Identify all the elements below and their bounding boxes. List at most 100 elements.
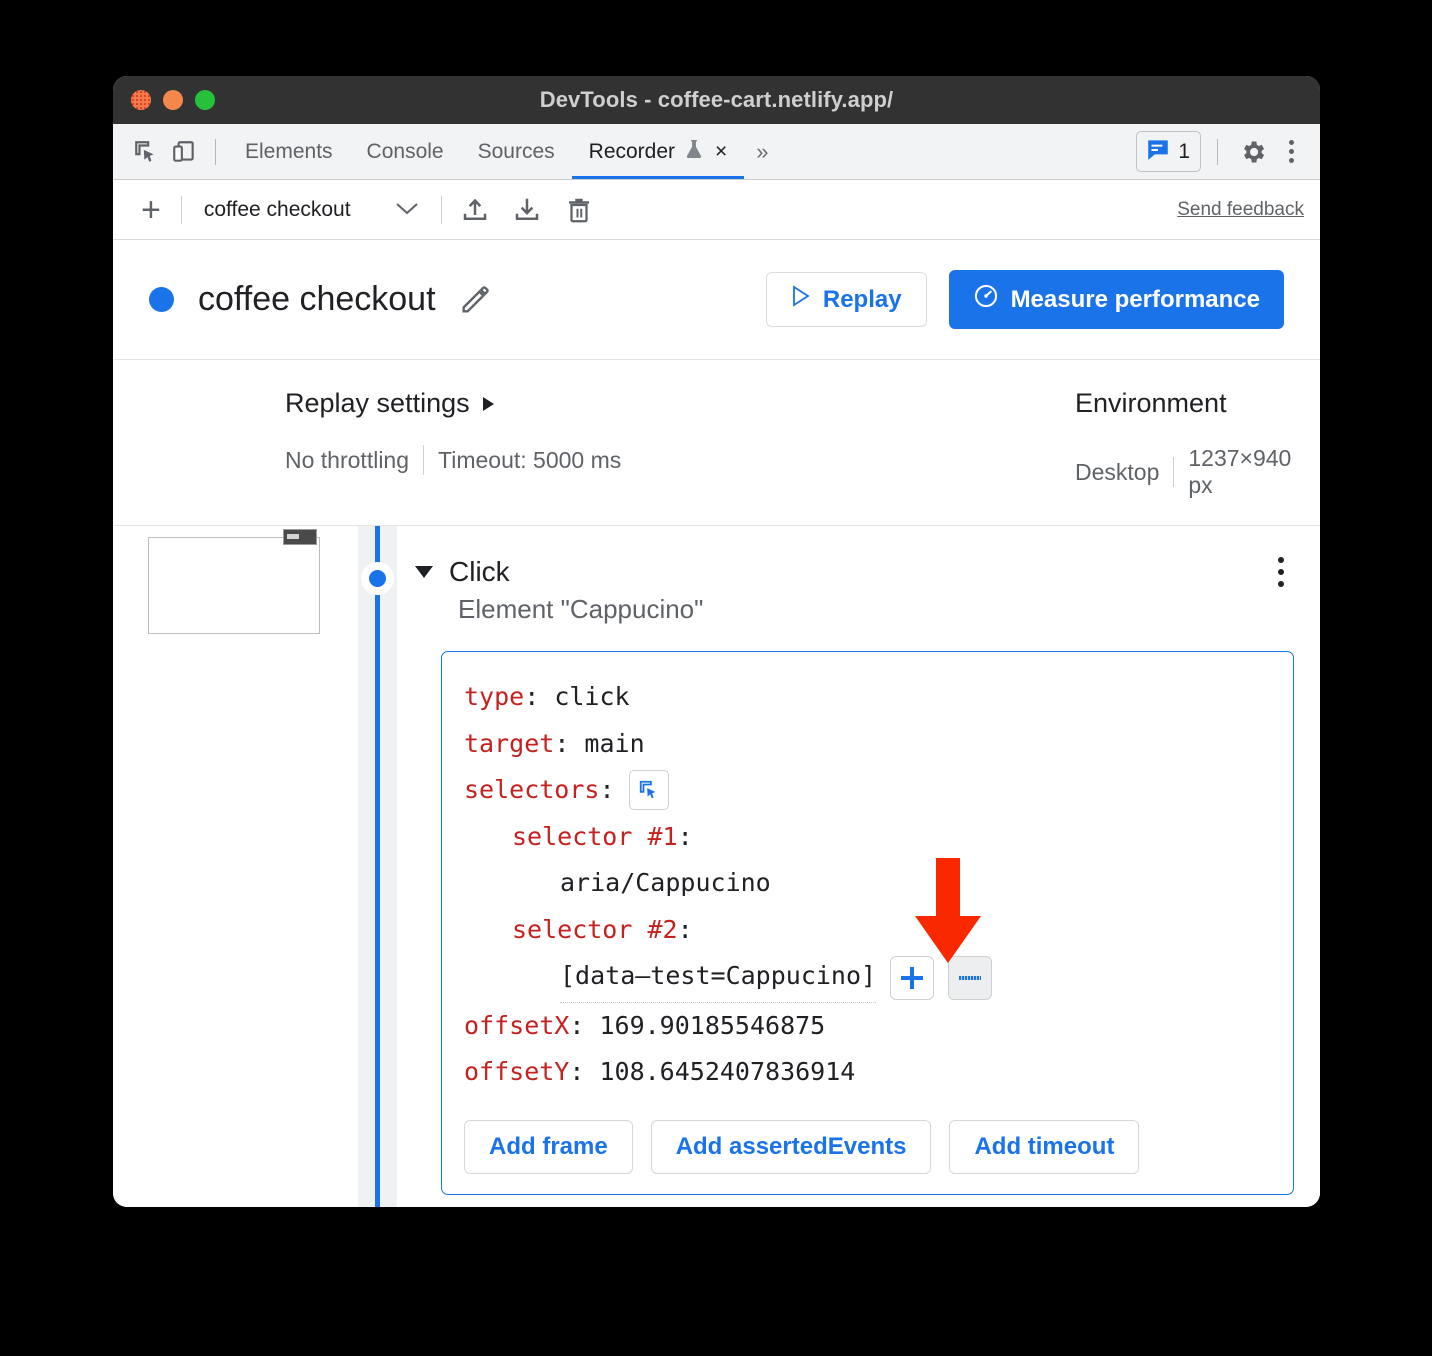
- add-timeout-button[interactable]: Add timeout: [949, 1119, 1140, 1174]
- device-value: Desktop: [1075, 458, 1160, 485]
- step-details-column: Click Element "Cappucino" type: click ta…: [397, 526, 1320, 1207]
- step-selector1-key: selector #1: [512, 821, 678, 851]
- step-selector2-key: selector #2: [512, 914, 678, 944]
- recording-actions: Replay Measure performance: [765, 270, 1284, 329]
- minimize-window-button[interactable]: [163, 90, 183, 110]
- thumbnail-badge-icon: [283, 529, 317, 545]
- step-prop-offsetx[interactable]: offsetX: 169.90185546875: [464, 1003, 1271, 1050]
- minus-icon: [959, 975, 982, 980]
- step-prop-type-key: type: [464, 682, 525, 711]
- environment-group: Environment Desktop 1237×940 px: [1075, 388, 1320, 499]
- tab-elements[interactable]: Elements: [228, 124, 350, 179]
- play-icon: [791, 285, 811, 314]
- recorder-toolbar: + coffee checkout Send feedback: [113, 180, 1320, 240]
- panel-tabs: Elements Console Sources Recorder × »: [228, 124, 779, 179]
- tab-elements-label: Elements: [245, 139, 333, 163]
- environment-label: Environment: [1075, 388, 1227, 418]
- step-description: Element "Cappucino": [458, 594, 704, 624]
- chevron-down-icon[interactable]: [415, 566, 433, 578]
- performance-icon: [973, 283, 999, 316]
- add-assertedevents-button[interactable]: Add assertedEvents: [650, 1119, 932, 1174]
- more-options-icon[interactable]: [1276, 140, 1306, 163]
- colon: :: [599, 775, 615, 804]
- more-tabs-button[interactable]: »: [744, 139, 778, 165]
- issues-count: 1: [1178, 139, 1190, 163]
- settings-row: Replay settings No throttling Timeout: 5…: [113, 360, 1320, 526]
- close-window-button[interactable]: [131, 90, 151, 110]
- environment-values: Desktop 1237×940 px: [1075, 445, 1320, 499]
- step-prop-target[interactable]: target: main: [464, 721, 1271, 768]
- close-recorder-tab-button[interactable]: ×: [715, 141, 727, 162]
- step-prop-offsety[interactable]: offsetY: 108.6452407836914: [464, 1049, 1271, 1096]
- tabstrip-right-group: 1: [1136, 131, 1306, 172]
- timeline-line: [375, 526, 380, 1207]
- inspect-element-icon[interactable]: [127, 133, 165, 171]
- recording-select-value: coffee checkout: [203, 197, 351, 221]
- throttling-value: No throttling: [285, 446, 410, 473]
- issues-button[interactable]: 1: [1136, 131, 1201, 172]
- measure-performance-label: Measure performance: [1010, 285, 1260, 313]
- create-recording-button[interactable]: +: [135, 193, 167, 227]
- device-toolbar-icon[interactable]: [165, 133, 203, 171]
- timeout-value: Timeout: 5000 ms: [438, 446, 622, 473]
- step-selector2-value-row: [data–test=Cappucino]: [464, 953, 1271, 1003]
- step-more-icon[interactable]: [1278, 557, 1294, 587]
- issues-icon: [1145, 136, 1171, 167]
- step-type-label: Click: [449, 556, 510, 587]
- step-selector1-value-row[interactable]: aria/Cappucino: [464, 860, 1271, 907]
- step-screenshot-thumbnail[interactable]: [148, 529, 320, 634]
- colon: :: [554, 728, 585, 758]
- tabstrip-divider: [215, 138, 216, 165]
- colon: :: [677, 914, 693, 944]
- replay-settings-group: Replay settings No throttling Timeout: 5…: [285, 388, 621, 475]
- export-icon[interactable]: [456, 191, 494, 229]
- window-controls: [131, 76, 215, 124]
- step-prop-type[interactable]: type: click: [464, 674, 1271, 721]
- tab-sources[interactable]: Sources: [461, 124, 572, 179]
- selector-remove-button[interactable]: [948, 955, 993, 1000]
- replay-settings-values: No throttling Timeout: 5000 ms: [285, 445, 621, 475]
- maximize-window-button[interactable]: [195, 90, 215, 110]
- step-prop-selectors: selectors:: [464, 767, 1271, 814]
- recording-select[interactable]: coffee checkout: [196, 198, 427, 222]
- step-add-buttons: Add frame Add assertedEvents Add timeout: [464, 1119, 1271, 1174]
- value-divider: [1173, 457, 1175, 487]
- replay-button[interactable]: Replay: [765, 272, 927, 327]
- screenshot-stage: DevTools - coffee-cart.netlify.app/ Elem…: [0, 0, 1432, 1356]
- experimental-flask-icon: [684, 138, 704, 166]
- tab-console[interactable]: Console: [350, 124, 461, 179]
- settings-gear-icon[interactable]: [1234, 133, 1272, 171]
- step-prop-offsety-key: offsetY: [464, 1057, 570, 1086]
- timeline-step-node[interactable]: [361, 562, 394, 595]
- selector-add-button[interactable]: [890, 955, 935, 1000]
- step-screenshot-column: [113, 526, 358, 1207]
- step-prop-offsety-value: 108.6452407836914: [599, 1057, 856, 1086]
- send-feedback-link[interactable]: Send feedback: [1177, 199, 1304, 221]
- step-prop-type-value: click: [554, 682, 630, 711]
- recording-header: coffee checkout Replay Measure performan…: [113, 240, 1320, 360]
- delete-icon[interactable]: [560, 191, 598, 229]
- measure-performance-button[interactable]: Measure performance: [948, 270, 1284, 329]
- colon: :: [677, 821, 693, 851]
- tab-recorder-label: Recorder: [588, 139, 676, 163]
- chevron-down-icon: [395, 198, 419, 222]
- step-prop-offsetx-value: 169.90185546875: [599, 1010, 826, 1040]
- pencil-icon[interactable]: [458, 283, 492, 317]
- step-selector2-value[interactable]: [data–test=Cappucino]: [560, 953, 877, 1003]
- plus-icon: [901, 966, 924, 989]
- viewport-value: 1237×940 px: [1188, 445, 1292, 498]
- tab-recorder[interactable]: Recorder ×: [571, 124, 745, 179]
- chevron-right-icon: [482, 396, 494, 411]
- recording-tools: [456, 191, 598, 229]
- select-element-icon[interactable]: [628, 770, 669, 811]
- value-divider: [423, 445, 425, 475]
- step-properties-box: type: click target: main selectors: sele…: [441, 651, 1294, 1195]
- step-prop-selectors-key: selectors: [464, 775, 600, 804]
- step-selector2-key-row: selector #2:: [464, 907, 1271, 954]
- add-frame-button[interactable]: Add frame: [464, 1119, 633, 1174]
- right-group-divider: [1217, 138, 1218, 165]
- replay-settings-toggle[interactable]: Replay settings: [285, 388, 621, 419]
- step-selector1-key-row: selector #1:: [464, 814, 1271, 861]
- steps-timeline: [358, 526, 397, 1207]
- import-icon[interactable]: [508, 191, 546, 229]
